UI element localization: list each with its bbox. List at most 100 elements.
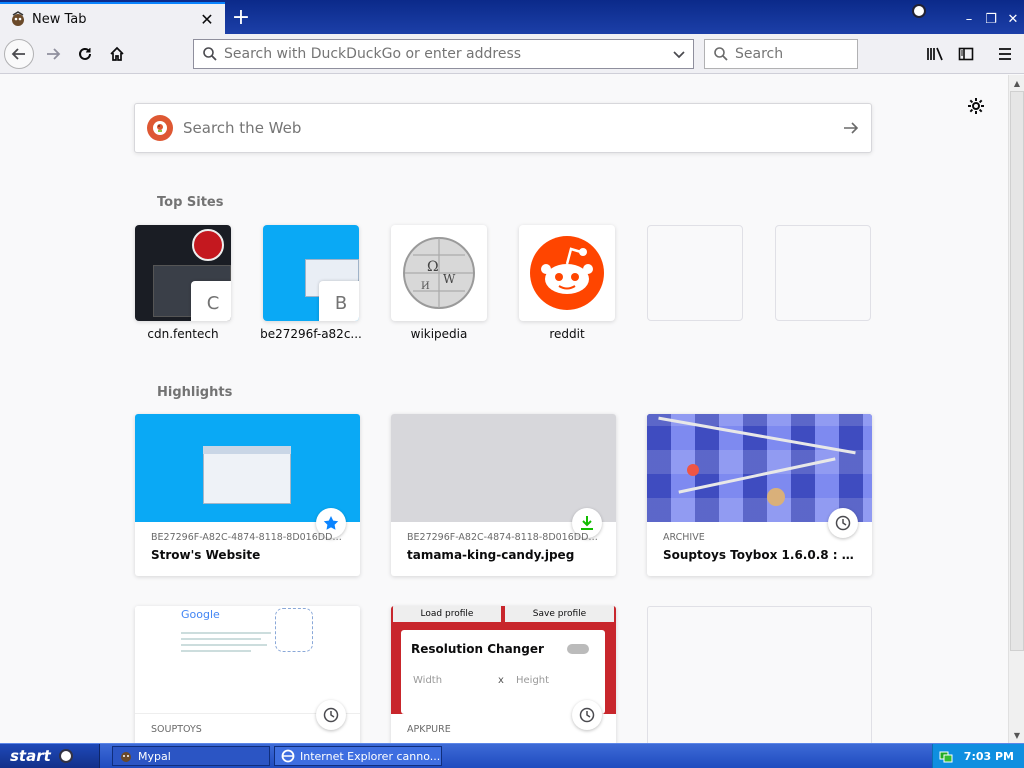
chevron-down-icon <box>673 51 685 59</box>
search-input[interactable] <box>735 46 857 62</box>
scrollbar-thumb[interactable] <box>1010 91 1024 651</box>
gear-icon <box>968 98 984 114</box>
network-tray-icon[interactable] <box>939 749 953 763</box>
minimize-button[interactable]: – <box>958 8 980 30</box>
home-icon <box>110 46 124 61</box>
sidebar-icon <box>958 47 974 61</box>
taskbar-item-internet-explorer[interactable]: Internet Explorer canno... <box>274 746 442 766</box>
web-search-submit-button[interactable] <box>831 119 871 137</box>
web-search-input[interactable] <box>183 119 831 137</box>
close-window-button[interactable]: ✕ <box>1002 8 1024 30</box>
card-title: Souptoys Toybox 1.6.0.8 : The S... <box>663 548 859 562</box>
system-tray: 7:03 PM <box>932 744 1024 768</box>
reload-button[interactable] <box>70 39 100 69</box>
arrow-left-icon <box>11 48 25 60</box>
home-button[interactable] <box>102 39 132 69</box>
card-context: SOUPTOYS <box>151 724 202 735</box>
address-bar[interactable] <box>193 39 694 69</box>
new-tab-button[interactable]: + <box>226 2 256 32</box>
site-label: reddit <box>549 327 585 341</box>
taskbar-item-label: Mypal <box>138 749 171 763</box>
window-controls: – ❐ ✕ <box>958 0 1024 34</box>
clock[interactable]: 7:03 PM <box>964 750 1014 763</box>
height-field-label: Height <box>516 675 550 686</box>
google-logo: Google <box>181 608 220 621</box>
address-input[interactable] <box>224 46 665 62</box>
web-search-box[interactable] <box>134 103 872 153</box>
site-letter-badge: B <box>319 281 359 321</box>
address-dropdown-button[interactable] <box>665 47 693 61</box>
site-thumbnail: C <box>135 225 231 321</box>
start-label: start <box>10 747 51 765</box>
stop-hand-icon <box>192 229 224 261</box>
svg-text:И: И <box>421 281 430 292</box>
customize-button[interactable] <box>965 95 987 117</box>
top-site-cdn-fentech[interactable]: C cdn.fentech <box>135 225 231 341</box>
restore-button[interactable]: ❐ <box>980 8 1002 30</box>
history-clock-icon <box>323 707 339 723</box>
search-bar[interactable] <box>704 39 858 69</box>
scroll-down-arrow-icon[interactable]: ▼ <box>1009 727 1024 743</box>
highlight-card[interactable]: Google SOUPTOYS <box>135 606 360 743</box>
svg-text:W: W <box>443 272 456 286</box>
hamburger-menu-icon <box>999 48 1011 60</box>
top-site-be27296f[interactable]: B be27296f-a82c... <box>260 225 362 341</box>
top-site-empty-slot[interactable] <box>647 225 743 321</box>
arrow-right-icon <box>844 122 859 134</box>
card-thumbnail <box>391 414 616 522</box>
tab-close-icon[interactable]: ✕ <box>195 7 219 31</box>
site-label: wikipedia <box>410 327 468 341</box>
taskbar: start Mypal Internet Explorer canno... 7… <box>0 743 1024 768</box>
top-site-wikipedia[interactable]: Ω W И wikipedia <box>391 225 487 341</box>
card-title: Strow's Website <box>151 548 261 562</box>
top-site-reddit[interactable]: reddit <box>519 225 615 341</box>
navigation-toolbar <box>0 34 1024 74</box>
taskbar-item-label: Internet Explorer canno... <box>300 749 441 763</box>
library-button[interactable] <box>920 39 950 69</box>
load-profile-button: Load profile <box>393 606 501 622</box>
empty-site-tile <box>647 225 743 321</box>
search-icon <box>714 47 728 61</box>
reddit-logo-icon <box>530 236 604 310</box>
card-thumbnail: Load profile Save profile Resolution Cha… <box>391 606 616 714</box>
menu-button[interactable] <box>990 39 1020 69</box>
arrow-right-icon <box>47 48 61 60</box>
save-profile-button: Save profile <box>505 606 614 622</box>
card-thumbnail <box>647 414 872 522</box>
vertical-scrollbar[interactable]: ▲ ▼ <box>1008 75 1024 743</box>
tab-new-tab[interactable]: New Tab ✕ <box>0 2 225 34</box>
highlights-heading: Highlights <box>157 385 233 400</box>
history-clock-icon <box>835 515 851 531</box>
library-icon <box>927 47 943 61</box>
times-symbol: x <box>498 675 504 686</box>
taskbar-item-mypal[interactable]: Mypal <box>112 746 270 766</box>
highlight-card[interactable]: ARCHIVE Souptoys Toybox 1.6.0.8 : The S.… <box>647 414 872 576</box>
back-button[interactable] <box>4 39 34 69</box>
site-thumbnail: Ω W И <box>391 225 487 321</box>
start-button[interactable]: start <box>0 744 100 768</box>
card-context: BE27296F-A82C-4874-8118-8D016DD421D... <box>151 532 347 543</box>
bookmark-star-icon <box>323 516 339 530</box>
mypal-favicon-icon <box>12 11 24 26</box>
site-thumbnail: B <box>263 225 359 321</box>
scroll-up-arrow-icon[interactable]: ▲ <box>1009 75 1024 91</box>
highlight-card[interactable]: BE27296F-A82C-4874-8118-8D016DD421D... S… <box>135 414 360 576</box>
new-tab-page: Top Sites C cdn.fentech B be27296f-a82c.… <box>0 75 1008 743</box>
download-icon <box>581 516 593 530</box>
history-clock-icon <box>579 707 595 723</box>
empty-highlight-slot <box>647 606 872 743</box>
mypal-icon <box>121 752 131 762</box>
highlight-card[interactable]: BE27296F-A82C-4874-8118-8D016DD421D... t… <box>391 414 616 576</box>
card-title: tamama-king-candy.jpeg <box>407 548 575 562</box>
highlight-card[interactable]: Load profile Save profile Resolution Cha… <box>391 606 616 743</box>
top-site-empty-slot[interactable] <box>775 225 871 321</box>
internet-explorer-icon <box>281 749 295 763</box>
svg-text:Ω: Ω <box>427 259 439 275</box>
site-label: cdn.fentech <box>147 327 219 341</box>
duckduckgo-logo-icon <box>147 115 173 141</box>
browser-badge-icon <box>912 4 926 18</box>
forward-button[interactable] <box>38 39 68 69</box>
card-context: APKPURE <box>407 724 451 735</box>
sidebar-button[interactable] <box>951 39 981 69</box>
card-thumbnail <box>135 414 360 522</box>
